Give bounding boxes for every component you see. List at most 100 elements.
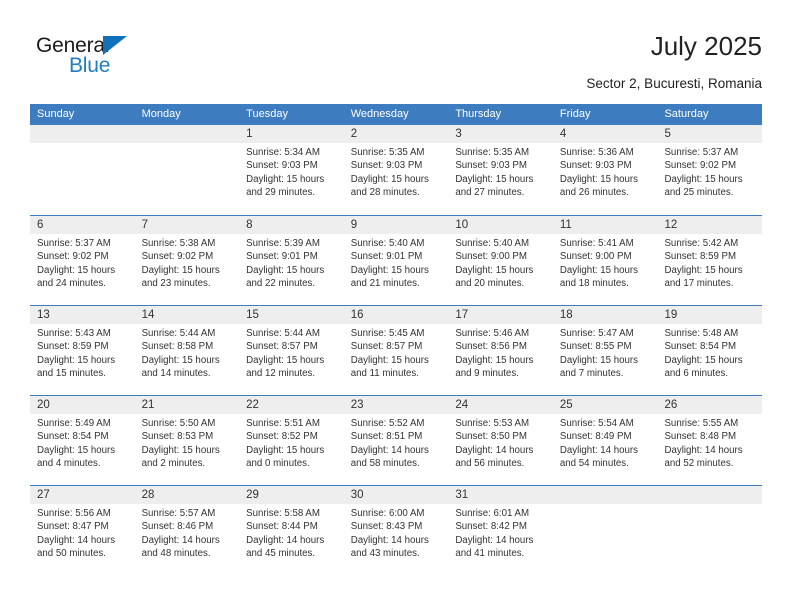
sunrise-text: Sunrise: 5:55 AM xyxy=(664,418,739,429)
calendar-day-cell[interactable]: 23 Sunrise: 5:52 AM Sunset: 8:51 PM Dayligh… xyxy=(343,396,449,485)
day-sun-info: Sunrise: 5:45 AM Sunset: 8:57 PM Daylight:… xyxy=(344,324,449,381)
page-subtitle: Sector 2, Bucuresti, Romania xyxy=(586,76,762,91)
sunrise-text: Sunrise: 5:52 AM xyxy=(350,418,425,429)
calendar-day-cell[interactable]: 27 Sunrise: 5:56 AM Sunset: 8:47 PM Dayligh… xyxy=(30,486,135,575)
calendar-day-cell[interactable]: 25 Sunrise: 5:54 AM Sunset: 8:49 PM Dayligh… xyxy=(552,396,658,485)
day-sun-info: Sunrise: 5:49 AM Sunset: 8:54 PM Daylight:… xyxy=(30,414,135,471)
calendar-day-cell[interactable]: 7 Sunrise: 5:38 AM Sunset: 9:02 PM Daylight… xyxy=(134,216,240,305)
day-number: 10 xyxy=(448,216,553,234)
sunrise-text: Sunrise: 5:42 AM xyxy=(664,238,739,249)
calendar-day-cell[interactable]: 16 Sunrise: 5:45 AM Sunset: 8:57 PM Dayligh… xyxy=(343,306,449,395)
calendar-day-cell[interactable]: 22 Sunrise: 5:51 AM Sunset: 8:52 PM Dayligh… xyxy=(239,396,344,485)
calendar-day-cell[interactable]: 20 Sunrise: 5:49 AM Sunset: 8:54 PM Dayligh… xyxy=(30,396,135,485)
calendar-day-cell[interactable]: 5 Sunrise: 5:37 AM Sunset: 9:02 PM Daylight… xyxy=(657,125,763,215)
calendar-week-row: 13 Sunrise: 5:43 AM Sunset: 8:59 PM Dayligh… xyxy=(30,305,763,395)
daylight-text-line2: and 17 minutes. xyxy=(664,278,734,290)
calendar-week-row: 27 Sunrise: 5:56 AM Sunset: 8:47 PM Dayligh… xyxy=(30,485,763,575)
calendar-day-cell[interactable]: 2 Sunrise: 5:35 AM Sunset: 9:03 PM Daylight… xyxy=(343,125,449,215)
day-sun-info: Sunrise: 5:52 AM Sunset: 8:51 PM Daylight:… xyxy=(344,414,449,471)
daylight-text-line2: and 58 minutes. xyxy=(350,458,420,470)
day-sun-info: Sunrise: 5:36 AM Sunset: 9:03 PM Daylight:… xyxy=(553,143,658,200)
calendar-day-cell[interactable]: 30 Sunrise: 6:00 AM Sunset: 8:43 PM Dayligh… xyxy=(343,486,449,575)
calendar-day-cell[interactable]: 9 Sunrise: 5:40 AM Sunset: 9:01 PM Daylight… xyxy=(343,216,449,305)
calendar-day-cell[interactable]: 1 Sunrise: 5:34 AM Sunset: 9:03 PM Daylight… xyxy=(239,125,344,215)
sunset-text: Sunset: 8:43 PM xyxy=(350,521,423,533)
daylight-text-line2: and 45 minutes. xyxy=(246,548,316,560)
daylight-text-line2: and 27 minutes. xyxy=(455,187,525,199)
calendar-day-cell[interactable]: 18 Sunrise: 5:47 AM Sunset: 8:55 PM Dayligh… xyxy=(552,306,658,395)
daylight-text-line1: Daylight: 14 hours xyxy=(350,534,429,546)
daylight-text-line2: and 6 minutes. xyxy=(664,368,729,380)
day-sun-info: Sunrise: 5:35 AM Sunset: 9:03 PM Daylight:… xyxy=(344,143,449,200)
calendar-page: General Blue July 2025 Sector 2, Bucures… xyxy=(0,0,792,612)
calendar-day-cell[interactable]: 26 Sunrise: 5:55 AM Sunset: 8:48 PM Dayligh… xyxy=(657,396,763,485)
sunrise-text: Sunrise: 6:01 AM xyxy=(455,508,530,519)
sunrise-text: Sunrise: 5:46 AM xyxy=(455,328,530,339)
daylight-text-line1: Daylight: 15 hours xyxy=(455,264,534,276)
sunset-text: Sunset: 9:03 PM xyxy=(455,160,527,172)
daylight-text-line2: and 52 minutes. xyxy=(664,458,734,470)
daylight-text-line1: Daylight: 15 hours xyxy=(350,264,429,276)
sunset-text: Sunset: 9:02 PM xyxy=(141,251,214,263)
calendar-day-cell[interactable]: 15 Sunrise: 5:44 AM Sunset: 8:57 PM Dayligh… xyxy=(239,306,344,395)
calendar-day-cell[interactable]: 14 Sunrise: 5:44 AM Sunset: 8:58 PM Dayligh… xyxy=(134,306,240,395)
daylight-text-line1: Daylight: 15 hours xyxy=(246,173,325,185)
daylight-text-line2: and 24 minutes. xyxy=(37,278,106,290)
weekday-header-monday: Monday xyxy=(141,108,181,120)
calendar-day-cell[interactable]: 4 Sunrise: 5:36 AM Sunset: 9:03 PM Daylight… xyxy=(552,125,658,215)
calendar-day-cell-empty xyxy=(134,125,240,215)
calendar-day-cell[interactable]: 28 Sunrise: 5:57 AM Sunset: 8:46 PM Dayligh… xyxy=(134,486,240,575)
sunset-text: Sunset: 8:42 PM xyxy=(455,521,527,533)
calendar-day-cell[interactable]: 29 Sunrise: 5:58 AM Sunset: 8:44 PM Dayligh… xyxy=(239,486,344,575)
calendar-day-cell[interactable]: 3 Sunrise: 5:35 AM Sunset: 9:03 PM Daylight… xyxy=(448,125,553,215)
daylight-text-line1: Daylight: 14 hours xyxy=(141,534,220,546)
sunset-text: Sunset: 9:01 PM xyxy=(246,251,318,263)
logo-triangle-icon xyxy=(103,36,127,55)
calendar-day-cell[interactable]: 17 Sunrise: 5:46 AM Sunset: 8:56 PM Dayligh… xyxy=(448,306,553,395)
sunset-text: Sunset: 8:56 PM xyxy=(455,341,527,353)
calendar-day-cell[interactable]: 11 Sunrise: 5:41 AM Sunset: 9:00 PM Dayligh… xyxy=(552,216,658,305)
sunset-text: Sunset: 9:02 PM xyxy=(664,160,737,172)
day-sun-info: Sunrise: 5:58 AM Sunset: 8:44 PM Daylight:… xyxy=(239,504,344,561)
day-number: 8 xyxy=(239,216,344,234)
day-number: 21 xyxy=(134,396,240,414)
sunrise-text: Sunrise: 6:00 AM xyxy=(350,508,425,519)
day-sun-info: Sunrise: 5:43 AM Sunset: 8:59 PM Daylight:… xyxy=(30,324,135,381)
sunrise-text: Sunrise: 5:37 AM xyxy=(37,238,111,249)
calendar-day-cell[interactable]: 31 Sunrise: 6:01 AM Sunset: 8:42 PM Dayligh… xyxy=(448,486,553,575)
day-sun-info: Sunrise: 5:39 AM Sunset: 9:01 PM Daylight:… xyxy=(239,234,344,291)
sunset-text: Sunset: 8:48 PM xyxy=(664,431,737,443)
calendar-day-cell[interactable]: 6 Sunrise: 5:37 AM Sunset: 9:02 PM Daylight… xyxy=(30,216,135,305)
calendar-day-cell[interactable]: 8 Sunrise: 5:39 AM Sunset: 9:01 PM Daylight… xyxy=(239,216,344,305)
sunrise-text: Sunrise: 5:57 AM xyxy=(141,508,216,519)
day-sun-info: Sunrise: 5:55 AM Sunset: 8:48 PM Daylight:… xyxy=(657,414,762,471)
day-sun-info: Sunrise: 5:44 AM Sunset: 8:57 PM Daylight:… xyxy=(239,324,344,381)
weekday-header-tuesday: Tuesday xyxy=(246,108,288,120)
day-sun-info: Sunrise: 5:54 AM Sunset: 8:49 PM Daylight:… xyxy=(553,414,658,471)
daylight-text-line2: and 28 minutes. xyxy=(350,187,420,199)
daylight-text-line1: Daylight: 15 hours xyxy=(37,444,116,456)
daylight-text-line2: and 22 minutes. xyxy=(246,278,316,290)
page-header: General Blue July 2025 Sector 2, Bucures… xyxy=(30,30,762,98)
sunrise-text: Sunrise: 5:40 AM xyxy=(350,238,425,249)
day-sun-info: Sunrise: 5:50 AM Sunset: 8:53 PM Daylight:… xyxy=(135,414,240,471)
daylight-text-line2: and 56 minutes. xyxy=(455,458,525,470)
daylight-text-line1: Daylight: 14 hours xyxy=(350,444,429,456)
calendar-grid: Sunday Monday Tuesday Wednesday Thursday… xyxy=(30,104,763,575)
day-number: 29 xyxy=(239,486,344,504)
calendar-day-cell[interactable]: 12 Sunrise: 5:42 AM Sunset: 8:59 PM Dayligh… xyxy=(657,216,763,305)
daylight-text-line1: Daylight: 15 hours xyxy=(141,354,220,366)
daylight-text-line2: and 0 minutes. xyxy=(246,458,310,470)
daylight-text-line1: Daylight: 15 hours xyxy=(246,354,325,366)
day-sun-info: Sunrise: 5:53 AM Sunset: 8:50 PM Daylight:… xyxy=(448,414,553,471)
day-number: 22 xyxy=(239,396,344,414)
daylight-text-line1: Daylight: 14 hours xyxy=(37,534,116,546)
calendar-day-cell[interactable]: 19 Sunrise: 5:48 AM Sunset: 8:54 PM Dayligh… xyxy=(657,306,763,395)
calendar-day-cell[interactable]: 13 Sunrise: 5:43 AM Sunset: 8:59 PM Dayligh… xyxy=(30,306,135,395)
weekday-header-friday: Friday xyxy=(559,108,591,120)
sunset-text: Sunset: 8:57 PM xyxy=(246,341,318,353)
daylight-text-line2: and 11 minutes. xyxy=(350,368,419,380)
calendar-day-cell[interactable]: 10 Sunrise: 5:40 AM Sunset: 9:00 PM Dayligh… xyxy=(448,216,553,305)
calendar-day-cell[interactable]: 24 Sunrise: 5:53 AM Sunset: 8:50 PM Dayligh… xyxy=(448,396,553,485)
calendar-day-cell[interactable]: 21 Sunrise: 5:50 AM Sunset: 8:53 PM Dayligh… xyxy=(134,396,240,485)
